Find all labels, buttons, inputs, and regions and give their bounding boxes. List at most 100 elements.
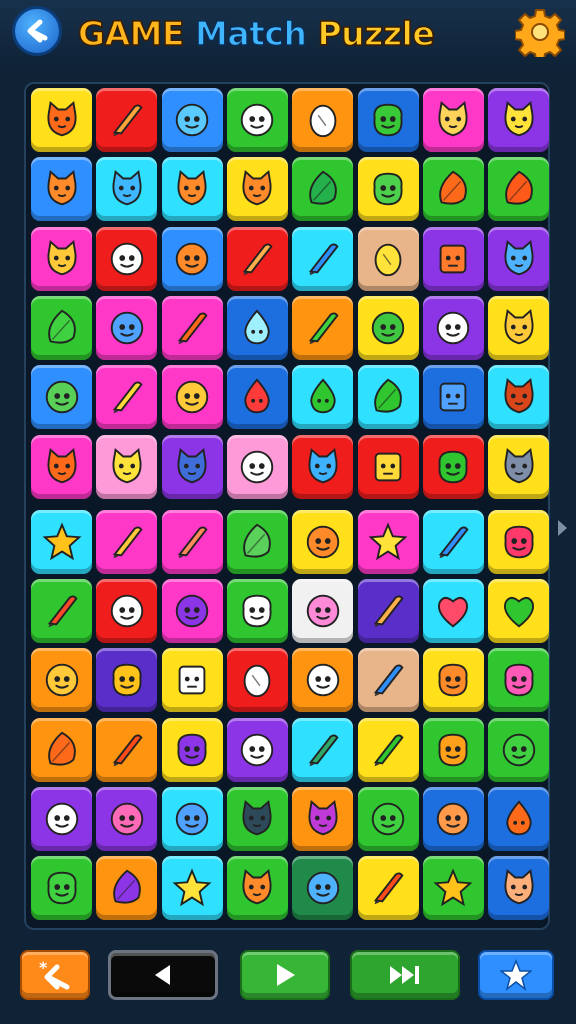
- tile-r8-c4[interactable]: [226, 579, 288, 644]
- tile-r4-c6[interactable]: [357, 295, 419, 360]
- tile-r10-c6[interactable]: [357, 717, 419, 782]
- tile-r1-c7[interactable]: [422, 88, 484, 152]
- tile-r9-c5[interactable]: [292, 648, 354, 713]
- play-button[interactable]: [240, 950, 330, 1000]
- tile-r5-c1[interactable]: [31, 365, 92, 430]
- tile-r4-c5[interactable]: [292, 295, 354, 360]
- tile-r9-c8[interactable]: [488, 648, 550, 713]
- tile-r4-c1[interactable]: [31, 295, 92, 360]
- tile-r6-c6[interactable]: [357, 434, 419, 499]
- tile-r7-c2[interactable]: [96, 509, 158, 574]
- tile-r9-c7[interactable]: [422, 648, 484, 713]
- tile-r7-c5[interactable]: [292, 509, 354, 574]
- tile-r2-c3[interactable]: [161, 157, 223, 222]
- tile-r4-c3[interactable]: [161, 295, 223, 360]
- tile-r5-c3[interactable]: [161, 365, 223, 430]
- tile-r11-c1[interactable]: [31, 787, 92, 851]
- tile-r12-c1[interactable]: [31, 856, 92, 921]
- tile-r10-c4[interactable]: [226, 717, 288, 782]
- tile-r3-c7[interactable]: [422, 226, 484, 291]
- tile-r4-c2[interactable]: [96, 295, 158, 360]
- tile-r9-c3[interactable]: [161, 648, 223, 713]
- tile-r3-c4[interactable]: [226, 226, 288, 291]
- skip-forward-button[interactable]: [350, 950, 460, 1000]
- tile-r8-c8[interactable]: [488, 579, 550, 644]
- tile-r7-c1[interactable]: [31, 509, 92, 574]
- tile-r5-c4[interactable]: [226, 365, 288, 430]
- tile-r2-c1[interactable]: [31, 157, 92, 222]
- tile-r1-c6[interactable]: [357, 88, 419, 152]
- tile-r7-c6[interactable]: [357, 509, 419, 574]
- tile-r8-c5[interactable]: [292, 579, 354, 644]
- tile-r12-c8[interactable]: [488, 856, 550, 921]
- tile-r2-c8[interactable]: [488, 157, 550, 222]
- tile-r8-c7[interactable]: [422, 579, 484, 644]
- tile-r9-c4[interactable]: [226, 648, 288, 713]
- tile-r12-c2[interactable]: [96, 856, 158, 921]
- tile-r11-c2[interactable]: [96, 787, 158, 851]
- tile-r6-c3[interactable]: [161, 434, 223, 499]
- tile-r9-c2[interactable]: [96, 648, 158, 713]
- tile-r2-c2[interactable]: [96, 157, 158, 222]
- tile-r10-c5[interactable]: [292, 717, 354, 782]
- tile-r1-c1[interactable]: [31, 88, 92, 152]
- tile-r8-c2[interactable]: [96, 579, 158, 644]
- tile-r4-c7[interactable]: [422, 295, 484, 360]
- tile-r10-c1[interactable]: [31, 717, 92, 782]
- tile-r7-c8[interactable]: [488, 509, 550, 574]
- tile-r12-c6[interactable]: [357, 856, 419, 921]
- tile-r12-c4[interactable]: [226, 856, 288, 921]
- tile-r11-c8[interactable]: [488, 787, 550, 851]
- tile-r1-c3[interactable]: [161, 88, 223, 152]
- tile-r5-c2[interactable]: [96, 365, 158, 430]
- tile-r10-c8[interactable]: [488, 717, 550, 782]
- tile-r12-c5[interactable]: [292, 856, 354, 921]
- tile-r5-c6[interactable]: [357, 365, 419, 430]
- back-button[interactable]: [12, 6, 62, 56]
- tile-r11-c6[interactable]: [357, 787, 419, 851]
- tile-r7-c3[interactable]: [161, 509, 223, 574]
- tile-r11-c7[interactable]: [422, 787, 484, 851]
- tile-r11-c3[interactable]: [161, 787, 223, 851]
- tile-r7-c4[interactable]: [226, 509, 288, 574]
- tile-r3-c3[interactable]: [161, 226, 223, 291]
- tile-r3-c8[interactable]: [488, 226, 550, 291]
- tile-r6-c1[interactable]: [31, 434, 92, 499]
- previous-button[interactable]: [108, 950, 218, 1000]
- tile-r3-c1[interactable]: [31, 226, 92, 291]
- tile-r8-c1[interactable]: [31, 579, 92, 644]
- tile-r10-c3[interactable]: [161, 717, 223, 782]
- tile-r2-c4[interactable]: [226, 157, 288, 222]
- tile-r2-c6[interactable]: [357, 157, 419, 222]
- tile-r4-c4[interactable]: [226, 295, 288, 360]
- tile-r9-c1[interactable]: [31, 648, 92, 713]
- shuffle-button[interactable]: *: [20, 950, 90, 1000]
- tile-r9-c6[interactable]: [357, 648, 419, 713]
- tile-r6-c4[interactable]: [226, 434, 288, 499]
- tile-r6-c8[interactable]: [488, 434, 550, 499]
- tile-r11-c4[interactable]: [226, 787, 288, 851]
- tile-r2-c5[interactable]: [292, 157, 354, 222]
- tile-r11-c5[interactable]: [292, 787, 354, 851]
- tile-r6-c5[interactable]: [292, 434, 354, 499]
- tile-r6-c7[interactable]: [422, 434, 484, 499]
- tile-r12-c7[interactable]: [422, 856, 484, 921]
- tile-r3-c6[interactable]: [357, 226, 419, 291]
- tile-r12-c3[interactable]: [161, 856, 223, 921]
- tile-r5-c7[interactable]: [422, 365, 484, 430]
- tile-r10-c7[interactable]: [422, 717, 484, 782]
- tile-r7-c7[interactable]: [422, 509, 484, 574]
- tile-r1-c4[interactable]: [226, 88, 288, 152]
- tile-r3-c2[interactable]: [96, 226, 158, 291]
- tile-r5-c8[interactable]: [488, 365, 550, 430]
- tile-r6-c2[interactable]: [96, 434, 158, 499]
- tile-r8-c3[interactable]: [161, 579, 223, 644]
- tile-r10-c2[interactable]: [96, 717, 158, 782]
- tile-r1-c5[interactable]: [292, 88, 354, 152]
- tile-r4-c8[interactable]: [488, 295, 550, 360]
- tile-r8-c6[interactable]: [357, 579, 419, 644]
- scroll-right-arrow-icon[interactable]: [558, 520, 567, 536]
- settings-button[interactable]: [514, 6, 566, 58]
- tile-r1-c8[interactable]: [488, 88, 550, 152]
- tile-r1-c2[interactable]: [96, 88, 158, 152]
